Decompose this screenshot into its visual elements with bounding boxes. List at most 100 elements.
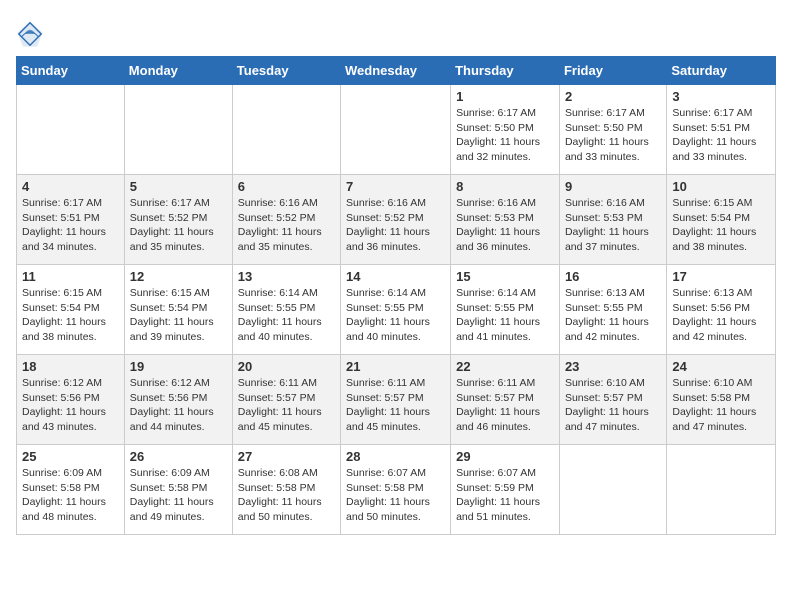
cell-date: 16 xyxy=(565,269,661,284)
cell-info: Sunrise: 6:11 AM Sunset: 5:57 PM Dayligh… xyxy=(346,376,445,435)
calendar-cell xyxy=(559,445,666,535)
cell-info: Sunrise: 6:12 AM Sunset: 5:56 PM Dayligh… xyxy=(130,376,227,435)
cell-info: Sunrise: 6:07 AM Sunset: 5:59 PM Dayligh… xyxy=(456,466,554,525)
logo-icon xyxy=(16,20,44,48)
cell-info: Sunrise: 6:17 AM Sunset: 5:51 PM Dayligh… xyxy=(22,196,119,255)
cell-info: Sunrise: 6:17 AM Sunset: 5:50 PM Dayligh… xyxy=(565,106,661,165)
calendar-cell: 15Sunrise: 6:14 AM Sunset: 5:55 PM Dayli… xyxy=(451,265,560,355)
logo xyxy=(16,20,46,48)
cell-date: 22 xyxy=(456,359,554,374)
calendar-week-row: 1 Sunrise: 6:17 AM Sunset: 5:50 PM Daylig… xyxy=(17,85,776,175)
calendar-cell: 9 Sunrise: 6:16 AM Sunset: 5:53 PM Daylig… xyxy=(559,175,666,265)
cell-info: Sunrise: 6:11 AM Sunset: 5:57 PM Dayligh… xyxy=(456,376,554,435)
cell-date: 6 xyxy=(238,179,335,194)
calendar-week-row: 18 Sunrise: 6:12 AM Sunset: 5:56 PM Dayli… xyxy=(17,355,776,445)
cell-info: Sunrise: 6:17 AM Sunset: 5:51 PM Dayligh… xyxy=(672,106,770,165)
cell-date: 4 xyxy=(22,179,119,194)
cell-date: 2 xyxy=(565,89,661,104)
cell-date: 18 xyxy=(22,359,119,374)
calendar-table: SundayMondayTuesdayWednesdayThursdayFrid… xyxy=(16,56,776,535)
cell-info: Sunrise: 6:16 AM Sunset: 5:52 PM Dayligh… xyxy=(238,196,335,255)
cell-date: 14 xyxy=(346,269,445,284)
calendar-cell: 7 Sunrise: 6:16 AM Sunset: 5:52 PM Daylig… xyxy=(341,175,451,265)
calendar-cell: 6 Sunrise: 6:16 AM Sunset: 5:52 PM Daylig… xyxy=(232,175,340,265)
calendar-cell: 17 Sunrise: 6:13 AM Sunset: 5:56 PM Dayli… xyxy=(667,265,776,355)
calendar-cell: 26 Sunrise: 6:09 AM Sunset: 5:58 PM Dayli… xyxy=(124,445,232,535)
cell-date: 26 xyxy=(130,449,227,464)
calendar-cell: 14 Sunrise: 6:14 AM Sunset: 5:55 PM Dayli… xyxy=(341,265,451,355)
cell-info: Sunrise: 6:13 AM Sunset: 5:56 PM Dayligh… xyxy=(672,286,770,345)
column-header-saturday: Saturday xyxy=(667,57,776,85)
calendar-cell: 2 Sunrise: 6:17 AM Sunset: 5:50 PM Daylig… xyxy=(559,85,666,175)
cell-date: 24 xyxy=(672,359,770,374)
cell-info: Sunrise: 6:09 AM Sunset: 5:58 PM Dayligh… xyxy=(130,466,227,525)
cell-info: Sunrise: 6:09 AM Sunset: 5:58 PM Dayligh… xyxy=(22,466,119,525)
calendar-cell xyxy=(667,445,776,535)
cell-info: Sunrise: 6:14 AM Sunset: 5:55 PM Dayligh… xyxy=(346,286,445,345)
cell-date: 11 xyxy=(22,269,119,284)
calendar-cell: 16 Sunrise: 6:13 AM Sunset: 5:55 PM Dayli… xyxy=(559,265,666,355)
cell-info: Sunrise: 6:07 AM Sunset: 5:58 PM Dayligh… xyxy=(346,466,445,525)
cell-info: Sunrise: 6:10 AM Sunset: 5:58 PM Dayligh… xyxy=(672,376,770,435)
cell-info: Sunrise: 6:17 AM Sunset: 5:52 PM Dayligh… xyxy=(130,196,227,255)
cell-date: 13 xyxy=(238,269,335,284)
calendar-cell: 21 Sunrise: 6:11 AM Sunset: 5:57 PM Dayli… xyxy=(341,355,451,445)
column-header-monday: Monday xyxy=(124,57,232,85)
cell-info: Sunrise: 6:12 AM Sunset: 5:56 PM Dayligh… xyxy=(22,376,119,435)
cell-date: 28 xyxy=(346,449,445,464)
column-header-sunday: Sunday xyxy=(17,57,125,85)
cell-info: Sunrise: 6:13 AM Sunset: 5:55 PM Dayligh… xyxy=(565,286,661,345)
calendar-cell: 24 Sunrise: 6:10 AM Sunset: 5:58 PM Dayli… xyxy=(667,355,776,445)
calendar-cell: 27 Sunrise: 6:08 AM Sunset: 5:58 PM Dayli… xyxy=(232,445,340,535)
cell-date: 3 xyxy=(672,89,770,104)
cell-info: Sunrise: 6:17 AM Sunset: 5:50 PM Dayligh… xyxy=(456,106,554,165)
calendar-cell: 10 Sunrise: 6:15 AM Sunset: 5:54 PM Dayli… xyxy=(667,175,776,265)
column-header-wednesday: Wednesday xyxy=(341,57,451,85)
calendar-cell: 25 Sunrise: 6:09 AM Sunset: 5:58 PM Dayli… xyxy=(17,445,125,535)
calendar-header-row: SundayMondayTuesdayWednesdayThursdayFrid… xyxy=(17,57,776,85)
cell-date: 21 xyxy=(346,359,445,374)
cell-date: 12 xyxy=(130,269,227,284)
calendar-cell: 29 Sunrise: 6:07 AM Sunset: 5:59 PM Dayli… xyxy=(451,445,560,535)
calendar-cell: 1 Sunrise: 6:17 AM Sunset: 5:50 PM Daylig… xyxy=(451,85,560,175)
calendar-cell: 20 Sunrise: 6:11 AM Sunset: 5:57 PM Dayli… xyxy=(232,355,340,445)
cell-info: Sunrise: 6:10 AM Sunset: 5:57 PM Dayligh… xyxy=(565,376,661,435)
calendar-cell xyxy=(124,85,232,175)
cell-date: 15 xyxy=(456,269,554,284)
cell-info: Sunrise: 6:16 AM Sunset: 5:53 PM Dayligh… xyxy=(456,196,554,255)
cell-date: 1 xyxy=(456,89,554,104)
cell-date: 5 xyxy=(130,179,227,194)
calendar-cell: 11 Sunrise: 6:15 AM Sunset: 5:54 PM Dayli… xyxy=(17,265,125,355)
cell-info: Sunrise: 6:16 AM Sunset: 5:52 PM Dayligh… xyxy=(346,196,445,255)
column-header-friday: Friday xyxy=(559,57,666,85)
cell-date: 23 xyxy=(565,359,661,374)
calendar-cell: 8 Sunrise: 6:16 AM Sunset: 5:53 PM Daylig… xyxy=(451,175,560,265)
cell-info: Sunrise: 6:15 AM Sunset: 5:54 PM Dayligh… xyxy=(672,196,770,255)
calendar-week-row: 25 Sunrise: 6:09 AM Sunset: 5:58 PM Dayli… xyxy=(17,445,776,535)
calendar-week-row: 11 Sunrise: 6:15 AM Sunset: 5:54 PM Dayli… xyxy=(17,265,776,355)
cell-date: 7 xyxy=(346,179,445,194)
column-header-tuesday: Tuesday xyxy=(232,57,340,85)
cell-date: 8 xyxy=(456,179,554,194)
cell-info: Sunrise: 6:08 AM Sunset: 5:58 PM Dayligh… xyxy=(238,466,335,525)
calendar-cell: 19Sunrise: 6:12 AM Sunset: 5:56 PM Dayli… xyxy=(124,355,232,445)
cell-info: Sunrise: 6:15 AM Sunset: 5:54 PM Dayligh… xyxy=(22,286,119,345)
cell-info: Sunrise: 6:15 AM Sunset: 5:54 PM Dayligh… xyxy=(130,286,227,345)
cell-date: 25 xyxy=(22,449,119,464)
calendar-cell xyxy=(232,85,340,175)
calendar-cell xyxy=(341,85,451,175)
calendar-cell: 28 Sunrise: 6:07 AM Sunset: 5:58 PM Dayli… xyxy=(341,445,451,535)
calendar-cell: 12 Sunrise: 6:15 AM Sunset: 5:54 PM Dayli… xyxy=(124,265,232,355)
cell-date: 20 xyxy=(238,359,335,374)
calendar-week-row: 4 Sunrise: 6:17 AM Sunset: 5:51 PM Daylig… xyxy=(17,175,776,265)
cell-info: Sunrise: 6:16 AM Sunset: 5:53 PM Dayligh… xyxy=(565,196,661,255)
calendar-cell: 22 Sunrise: 6:11 AM Sunset: 5:57 PM Dayli… xyxy=(451,355,560,445)
cell-info: Sunrise: 6:14 AM Sunset: 5:55 PM Dayligh… xyxy=(238,286,335,345)
cell-date: 17 xyxy=(672,269,770,284)
cell-date: 10 xyxy=(672,179,770,194)
cell-date: 29 xyxy=(456,449,554,464)
cell-info: Sunrise: 6:11 AM Sunset: 5:57 PM Dayligh… xyxy=(238,376,335,435)
cell-date: 9 xyxy=(565,179,661,194)
column-header-thursday: Thursday xyxy=(451,57,560,85)
cell-date: 27 xyxy=(238,449,335,464)
